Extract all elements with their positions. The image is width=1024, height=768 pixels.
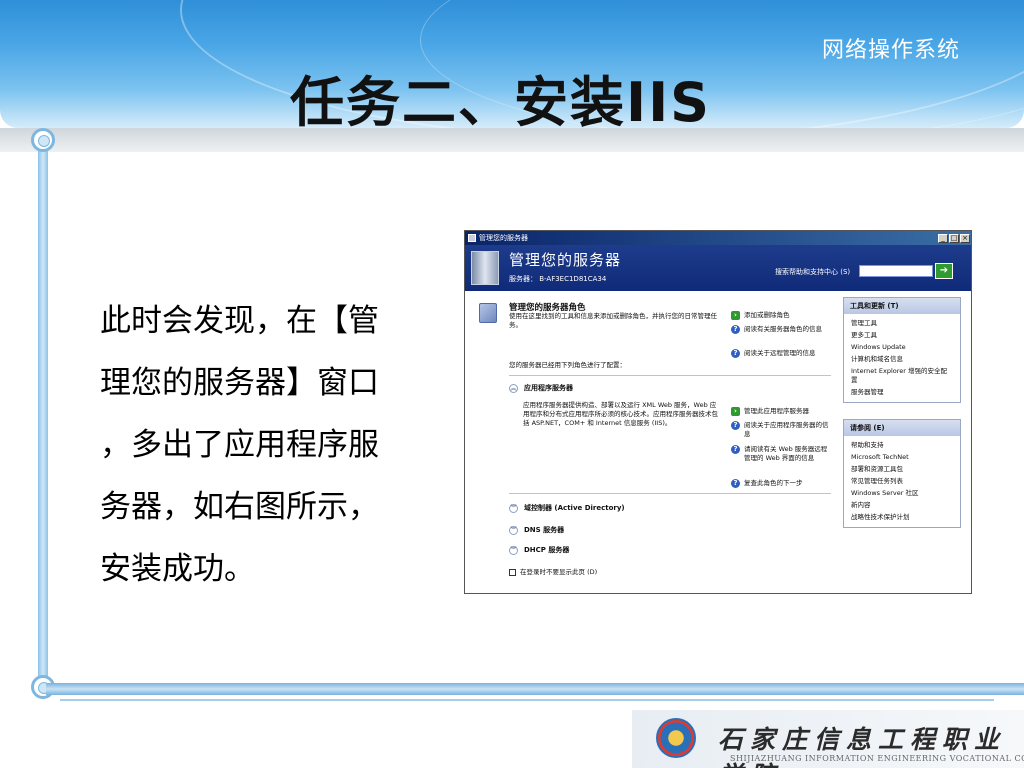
collapse-chevron-icon[interactable]: ︽ xyxy=(509,383,518,393)
course-name: 网络操作系统 xyxy=(821,38,960,63)
panel-link[interactable]: 战略性技术保护计划 xyxy=(844,511,960,523)
panel-link[interactable]: 常见管理任务列表 xyxy=(844,475,960,487)
left-decorative-rail xyxy=(38,140,48,690)
panel-link[interactable]: Internet Explorer 增强的安全配置 xyxy=(844,365,960,386)
action-label: 管理此应用程序服务器 xyxy=(744,407,809,415)
header-title: 管理您的服务器 xyxy=(509,251,622,269)
search-label: 搜索帮助和支持中心 (S) xyxy=(775,268,851,276)
body-line: 理您的服务器】窗口 xyxy=(100,365,379,401)
checkbox-label: 在登录时不要显示此页 (D) xyxy=(520,568,598,576)
action-label: 请阅读有关 Web 服务器远程管理的 Web 界面的信息 xyxy=(744,445,828,462)
section-label: DHCP 服务器 xyxy=(524,546,570,554)
server-name-label: 服务器： B-AF3EC1D81CA34 xyxy=(509,275,607,283)
slide-title: 任务二、安装IIS xyxy=(290,71,712,128)
panel-tools-updates: 工具和更新 (T) 管理工具 更多工具 Windows Update 计算机和域… xyxy=(843,297,961,403)
green-arrow-icon: › xyxy=(731,311,740,320)
panel-link[interactable]: Windows Server 社区 xyxy=(844,487,960,499)
action-label: 添加或删除角色 xyxy=(744,311,790,319)
configured-roles-intro: 您的服务器已经用下列角色进行了配置： xyxy=(509,361,626,369)
panel-title: 请参阅 (E) xyxy=(844,420,960,436)
college-footer-logo: 石家庄信息工程职业学院 SHIJIAZHUANG INFORMATION ENG… xyxy=(632,710,1024,768)
action-label: 阅读关于远程管理的信息 xyxy=(744,349,816,357)
roles-icon xyxy=(479,303,497,323)
panel-link[interactable]: 管理工具 xyxy=(844,317,960,329)
window-header: 管理您的服务器 服务器： B-AF3EC1D81CA34 搜索帮助和支持中心 (… xyxy=(465,245,971,291)
slide-body-text: 此时会发现，在【管 理您的服务器】窗口 ，多出了应用程序服 务器，如右图所示， … xyxy=(100,290,420,600)
action-read-web-remote-admin[interactable]: ? 请阅读有关 Web 服务器远程管理的 Web 界面的信息 xyxy=(731,445,833,463)
divider xyxy=(509,493,831,494)
body-line: 此时会发现，在【管 xyxy=(100,303,379,339)
body-line: 务器，如右图所示， xyxy=(100,489,379,525)
section-label: DNS 服务器 xyxy=(524,526,565,534)
panel-link[interactable]: Microsoft TechNet xyxy=(844,451,960,463)
action-read-server-roles[interactable]: ? 阅读有关服务器角色的信息 xyxy=(731,325,833,334)
bottom-thin-rail xyxy=(60,699,994,701)
college-emblem-icon xyxy=(656,718,696,758)
help-icon: ? xyxy=(731,421,740,430)
window-titlebar[interactable]: 管理您的服务器 _ □ × xyxy=(465,231,971,245)
help-icon: ? xyxy=(731,349,740,358)
section-domain-controller[interactable]: ︾ 域控制器 (Active Directory) xyxy=(509,503,625,513)
minimize-button[interactable]: _ xyxy=(938,233,948,243)
action-label: 阅读有关服务器角色的信息 xyxy=(744,325,822,333)
panel-see-also: 请参阅 (E) 帮助和支持 Microsoft TechNet 部署和资源工具包… xyxy=(843,419,961,528)
divider xyxy=(509,375,831,376)
action-review-next-steps[interactable]: ? 复查此角色的下一步 xyxy=(731,479,833,488)
panel-link[interactable]: 计算机和域名信息 xyxy=(844,353,960,365)
help-icon: ? xyxy=(731,325,740,334)
expand-chevron-icon[interactable]: ︾ xyxy=(509,545,518,555)
panel-link[interactable]: 服务器管理 xyxy=(844,386,960,398)
panel-title: 工具和更新 (T) xyxy=(844,298,960,314)
slide-banner: 网络操作系统 任务二、安装IIS xyxy=(0,0,1024,128)
action-add-remove-roles[interactable]: › 添加或删除角色 xyxy=(731,311,833,320)
panel-link[interactable]: 更多工具 xyxy=(844,329,960,341)
arrow-right-icon: ➔ xyxy=(939,265,949,276)
maximize-button[interactable]: □ xyxy=(949,233,959,243)
roles-description: 使用在这里找到的工具和信息来添加或删除角色，并执行您的日常管理任务。 xyxy=(509,312,717,329)
server-icon xyxy=(471,251,499,285)
section-label: 域控制器 (Active Directory) xyxy=(524,504,625,512)
search-go-button[interactable]: ➔ xyxy=(935,263,953,279)
help-icon: ? xyxy=(731,445,740,454)
manage-server-window: 管理您的服务器 _ □ × 管理您的服务器 服务器： B-AF3EC1D81CA… xyxy=(464,230,972,594)
panel-link[interactable]: 新内容 xyxy=(844,499,960,511)
expand-chevron-icon[interactable]: ︾ xyxy=(509,525,518,535)
checkbox[interactable] xyxy=(509,569,516,576)
section-app-server[interactable]: ︽ 应用程序服务器 xyxy=(509,383,573,393)
window-title: 管理您的服务器 xyxy=(479,234,528,242)
green-arrow-icon: › xyxy=(731,407,740,416)
college-name-en: SHIJIAZHUANG INFORMATION ENGINEERING VOC… xyxy=(730,754,1024,763)
app-server-description: 应用程序服务器提供构造、部署以及运行 XML Web 服务，Web 应用程序和分… xyxy=(523,401,718,427)
window-app-icon xyxy=(468,234,476,242)
section-label: 应用程序服务器 xyxy=(524,384,573,392)
action-label: 复查此角色的下一步 xyxy=(744,479,803,487)
body-line: ，多出了应用程序服 xyxy=(100,427,379,463)
search-input[interactable] xyxy=(859,265,933,277)
body-line: 安装成功。 xyxy=(100,551,255,587)
panel-link[interactable]: 帮助和支持 xyxy=(844,439,960,451)
action-read-app-server[interactable]: ? 阅读关于应用程序服务器的信息 xyxy=(731,421,833,439)
section-dns-server[interactable]: ︾ DNS 服务器 xyxy=(509,525,564,535)
rail-ring-top xyxy=(31,128,55,152)
bottom-decorative-rail xyxy=(46,683,1024,695)
dont-show-at-logon[interactable]: 在登录时不要显示此页 (D) xyxy=(509,568,597,577)
help-icon: ? xyxy=(731,479,740,488)
panel-link[interactable]: Windows Update xyxy=(844,341,960,353)
action-read-remote-admin[interactable]: ? 阅读关于远程管理的信息 xyxy=(731,349,833,358)
banner-shadow xyxy=(0,128,1024,152)
section-dhcp-server[interactable]: ︾ DHCP 服务器 xyxy=(509,545,569,555)
window-body: 管理您的服务器角色 使用在这里找到的工具和信息来添加或删除角色，并执行您的日常管… xyxy=(465,291,971,593)
action-label: 阅读关于应用程序服务器的信息 xyxy=(744,421,829,438)
close-button[interactable]: × xyxy=(960,233,970,243)
panel-link[interactable]: 部署和资源工具包 xyxy=(844,463,960,475)
expand-chevron-icon[interactable]: ︾ xyxy=(509,503,518,513)
action-manage-app-server[interactable]: › 管理此应用程序服务器 xyxy=(731,407,833,416)
